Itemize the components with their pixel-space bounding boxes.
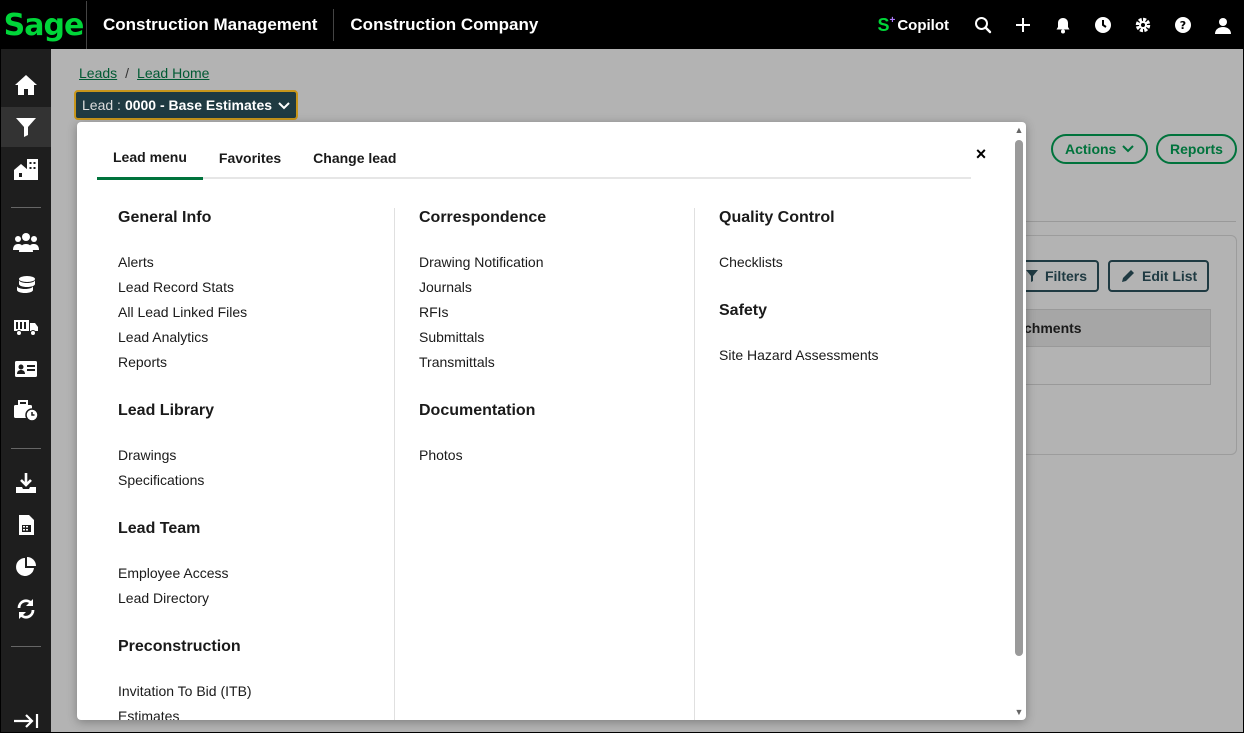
gear-icon[interactable] bbox=[1123, 1, 1163, 49]
lead-selector-prefix: Lead : bbox=[82, 97, 121, 113]
company-title[interactable]: Construction Company bbox=[334, 15, 554, 35]
section-quality-control: Quality Control bbox=[719, 209, 835, 226]
menu-link-submittals[interactable]: Submittals bbox=[419, 329, 484, 345]
plus-icon[interactable] bbox=[1003, 1, 1043, 49]
scroll-thumb[interactable] bbox=[1015, 140, 1023, 656]
menu-link-reports[interactable]: Reports bbox=[118, 354, 167, 370]
sidebar-divider bbox=[11, 448, 41, 449]
sidebar-divider bbox=[11, 646, 41, 647]
tab-favorites[interactable]: Favorites bbox=[203, 136, 297, 179]
section-correspondence: Correspondence bbox=[419, 209, 547, 226]
lead-menu-popover: Lead menu Favorites Change lead × Genera… bbox=[77, 122, 1026, 720]
column-header-attachments: chments bbox=[1024, 320, 1082, 336]
breadcrumb-lead-home[interactable]: Lead Home bbox=[137, 65, 209, 81]
svg-text:?: ? bbox=[1180, 19, 1186, 32]
column-divider bbox=[694, 208, 695, 720]
sidebar bbox=[1, 49, 51, 732]
menu-link-photos[interactable]: Photos bbox=[419, 447, 463, 463]
copilot-icon: S+ bbox=[877, 14, 896, 35]
scroll-down-icon[interactable]: ▼ bbox=[1014, 707, 1024, 717]
scroll-up-icon[interactable]: ▲ bbox=[1014, 125, 1024, 135]
briefcase-clock-icon[interactable] bbox=[1, 391, 51, 431]
breadcrumb-separator: / bbox=[125, 65, 130, 81]
search-icon[interactable] bbox=[963, 1, 1003, 49]
actions-button[interactable]: Actions bbox=[1051, 134, 1149, 164]
help-icon[interactable]: ? bbox=[1163, 1, 1203, 49]
close-icon[interactable]: × bbox=[973, 142, 989, 166]
menu-link-lead-directory[interactable]: Lead Directory bbox=[118, 590, 209, 606]
menu-link-transmittals[interactable]: Transmittals bbox=[419, 354, 495, 370]
section-safety: Safety bbox=[719, 302, 768, 319]
clock-icon[interactable] bbox=[1083, 1, 1123, 49]
menu-link-lead-analytics[interactable]: Lead Analytics bbox=[118, 329, 208, 345]
truck-icon[interactable] bbox=[1, 307, 51, 347]
section-lead-team: Lead Team bbox=[118, 520, 201, 537]
app-window: Sage Construction Management Constructio… bbox=[1, 1, 1243, 732]
menu-link-drawing-notification[interactable]: Drawing Notification bbox=[419, 254, 544, 270]
menu-link-all-lead-linked-files[interactable]: All Lead Linked Files bbox=[118, 304, 247, 320]
edit-list-label: Edit List bbox=[1142, 268, 1198, 284]
menu-link-alerts[interactable]: Alerts bbox=[118, 254, 154, 270]
sidebar-divider bbox=[11, 207, 41, 208]
chevron-down-icon bbox=[278, 97, 290, 113]
id-card-icon[interactable] bbox=[1, 349, 51, 389]
reports-label: Reports bbox=[1170, 141, 1223, 157]
actions-label: Actions bbox=[1065, 141, 1117, 157]
buildings-icon[interactable] bbox=[1, 149, 51, 189]
people-icon[interactable] bbox=[1, 222, 51, 262]
section-documentation: Documentation bbox=[419, 402, 536, 419]
breadcrumb-leads[interactable]: Leads bbox=[79, 65, 117, 81]
menu-link-specifications[interactable]: Specifications bbox=[118, 472, 204, 488]
pencil-icon bbox=[1122, 270, 1134, 282]
popover-scrollbar[interactable]: ▲ ▼ bbox=[1012, 122, 1026, 720]
filters-label: Filters bbox=[1044, 268, 1087, 284]
divider bbox=[1021, 221, 1236, 222]
menu-link-drawings[interactable]: Drawings bbox=[118, 447, 176, 463]
menu-link-checklists[interactable]: Checklists bbox=[719, 254, 783, 270]
sage-logo[interactable]: Sage bbox=[1, 1, 87, 49]
menu-link-lead-record-stats[interactable]: Lead Record Stats bbox=[118, 279, 234, 295]
section-general-info: General Info bbox=[118, 209, 212, 226]
section-preconstruction: Preconstruction bbox=[118, 638, 241, 655]
top-bar-actions: S+ Copilot ? bbox=[877, 1, 1243, 49]
home-icon[interactable] bbox=[1, 65, 51, 105]
copilot-button[interactable]: S+ Copilot bbox=[877, 15, 949, 36]
edit-list-button[interactable]: Edit List bbox=[1108, 260, 1210, 292]
menu-link-employee-access[interactable]: Employee Access bbox=[118, 565, 229, 581]
menu-link-site-hazard-assessments[interactable]: Site Hazard Assessments bbox=[719, 347, 879, 363]
menu-link-journals[interactable]: Journals bbox=[419, 279, 472, 295]
download-icon[interactable] bbox=[1, 463, 51, 503]
popover-tabs: Lead menu Favorites Change lead bbox=[97, 136, 971, 180]
chevron-down-icon bbox=[1122, 145, 1135, 153]
menu-link-estimates[interactable]: Estimates bbox=[118, 708, 179, 720]
table-header: chments bbox=[1021, 309, 1211, 347]
bell-icon[interactable] bbox=[1043, 1, 1083, 49]
user-icon[interactable] bbox=[1203, 1, 1243, 49]
breadcrumb: Leads / Lead Home bbox=[79, 65, 209, 81]
coins-icon[interactable] bbox=[1, 265, 51, 305]
copilot-label: Copilot bbox=[897, 16, 949, 34]
lead-selector-name: 0000 - Base Estimates bbox=[124, 97, 273, 113]
menu-link-invitation-to-bid[interactable]: Invitation To Bid (ITB) bbox=[118, 683, 252, 699]
tab-lead-menu[interactable]: Lead menu bbox=[97, 136, 203, 180]
top-bar: Sage Construction Management Constructio… bbox=[1, 1, 1243, 49]
app-title[interactable]: Construction Management bbox=[87, 9, 335, 41]
pie-chart-icon[interactable] bbox=[1, 547, 51, 587]
expand-arrow-icon[interactable] bbox=[1, 701, 51, 732]
sync-icon[interactable] bbox=[1, 589, 51, 629]
menu-link-rfis[interactable]: RFIs bbox=[419, 304, 449, 320]
section-lead-library: Lead Library bbox=[118, 402, 215, 419]
lead-selector[interactable]: Lead : 0000 - Base Estimates bbox=[74, 90, 299, 120]
filter-icon[interactable] bbox=[1, 107, 51, 147]
calculator-icon[interactable] bbox=[1, 505, 51, 545]
table-row bbox=[1021, 347, 1211, 385]
filter-icon bbox=[1025, 270, 1038, 282]
tab-change-lead[interactable]: Change lead bbox=[297, 136, 412, 179]
reports-button[interactable]: Reports bbox=[1156, 134, 1237, 164]
column-divider bbox=[394, 208, 395, 720]
